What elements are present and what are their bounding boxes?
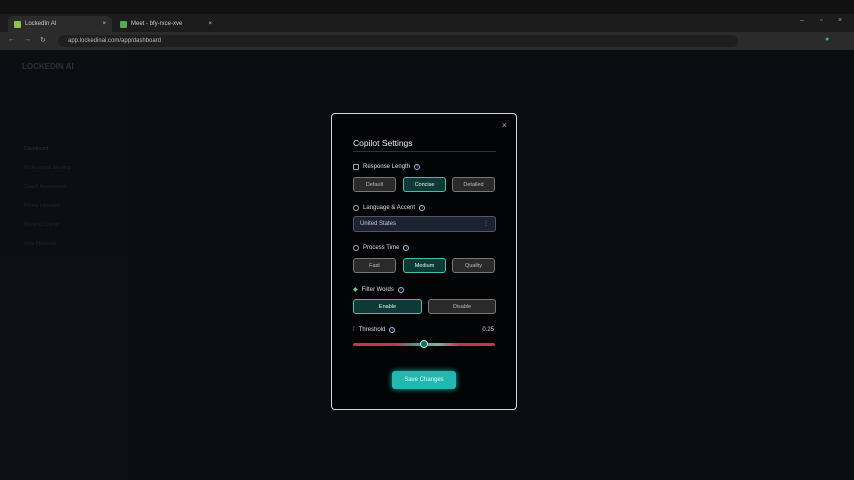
- label-text: Threshold: [358, 327, 386, 333]
- label-text: Process Time: [363, 245, 400, 251]
- clock-icon: [353, 245, 359, 251]
- maximize-icon[interactable]: ▫: [820, 17, 822, 24]
- save-changes-button[interactable]: Save Changes: [392, 371, 456, 389]
- slider-thumb[interactable]: [420, 340, 428, 348]
- chevron-down-icon: ⋮: [483, 221, 489, 227]
- globe-icon: [353, 205, 359, 211]
- select-value: United States: [360, 221, 397, 227]
- close-tab-icon[interactable]: ×: [102, 21, 106, 27]
- close-window-icon[interactable]: ×: [838, 17, 842, 24]
- option-concise[interactable]: Concise: [403, 177, 446, 192]
- dialog-title: Copilot Settings: [353, 138, 413, 148]
- title-strip: [0, 0, 854, 14]
- option-default[interactable]: Default: [353, 177, 396, 192]
- forward-icon[interactable]: →: [24, 36, 31, 43]
- tab-label: Meet - bfy-rxce-xve: [131, 21, 183, 27]
- help-icon[interactable]: ?: [389, 327, 396, 333]
- divider: [353, 151, 496, 152]
- tab-bar: LockedIn AI × Meet - bfy-rxce-xve × – ▫ ×: [0, 14, 854, 32]
- copilot-settings-dialog: × Copilot Settings Response Length? Defa…: [331, 113, 517, 410]
- tab-lockedin[interactable]: LockedIn AI ×: [8, 16, 112, 32]
- response-length-label: Response Length?: [353, 164, 421, 170]
- close-icon[interactable]: ×: [502, 120, 507, 130]
- option-enable[interactable]: Enable: [353, 299, 422, 314]
- help-icon[interactable]: ?: [397, 286, 404, 293]
- option-quality[interactable]: Quality: [452, 258, 495, 273]
- threshold-icon: ⁞: [353, 327, 355, 333]
- url-input[interactable]: app.lockedinai.com/app/dashboard: [58, 35, 738, 47]
- label-text: Response Length: [363, 164, 411, 170]
- option-medium[interactable]: Medium: [403, 258, 446, 273]
- back-icon[interactable]: ←: [8, 36, 15, 43]
- tab-meet[interactable]: Meet - bfy-rxce-xve ×: [114, 16, 218, 32]
- language-select[interactable]: United States ⋮: [353, 216, 496, 232]
- help-icon[interactable]: ?: [414, 164, 421, 170]
- profile-avatar[interactable]: ●: [825, 36, 829, 43]
- help-icon[interactable]: ?: [419, 205, 426, 211]
- favicon-icon: [14, 20, 21, 28]
- threshold-label: ⁞ Threshold?: [353, 327, 396, 333]
- filter-words-label: ◆ Filter Words?: [353, 286, 404, 293]
- filter-icon: ◆: [353, 287, 358, 293]
- reload-icon[interactable]: ↻: [40, 36, 46, 44]
- tab-label: LockedIn AI: [25, 21, 57, 27]
- chat-icon: [353, 164, 359, 170]
- minimize-icon[interactable]: –: [800, 17, 804, 24]
- threshold-value: 0.25: [482, 327, 494, 333]
- option-fast[interactable]: Fast: [353, 258, 396, 273]
- label-text: Language & Accent: [363, 205, 416, 211]
- favicon-icon: [120, 20, 127, 28]
- process-time-label: Process Time?: [353, 245, 410, 251]
- address-bar: ← → ↻ app.lockedinai.com/app/dashboard ●: [0, 32, 854, 50]
- close-tab-icon[interactable]: ×: [208, 21, 212, 27]
- language-label: Language & Accent?: [353, 205, 426, 211]
- option-detailed[interactable]: Detailed: [452, 177, 495, 192]
- threshold-slider[interactable]: [353, 340, 495, 348]
- option-disable[interactable]: Disable: [428, 299, 496, 314]
- label-text: Filter Words: [361, 286, 394, 293]
- help-icon[interactable]: ?: [403, 245, 410, 251]
